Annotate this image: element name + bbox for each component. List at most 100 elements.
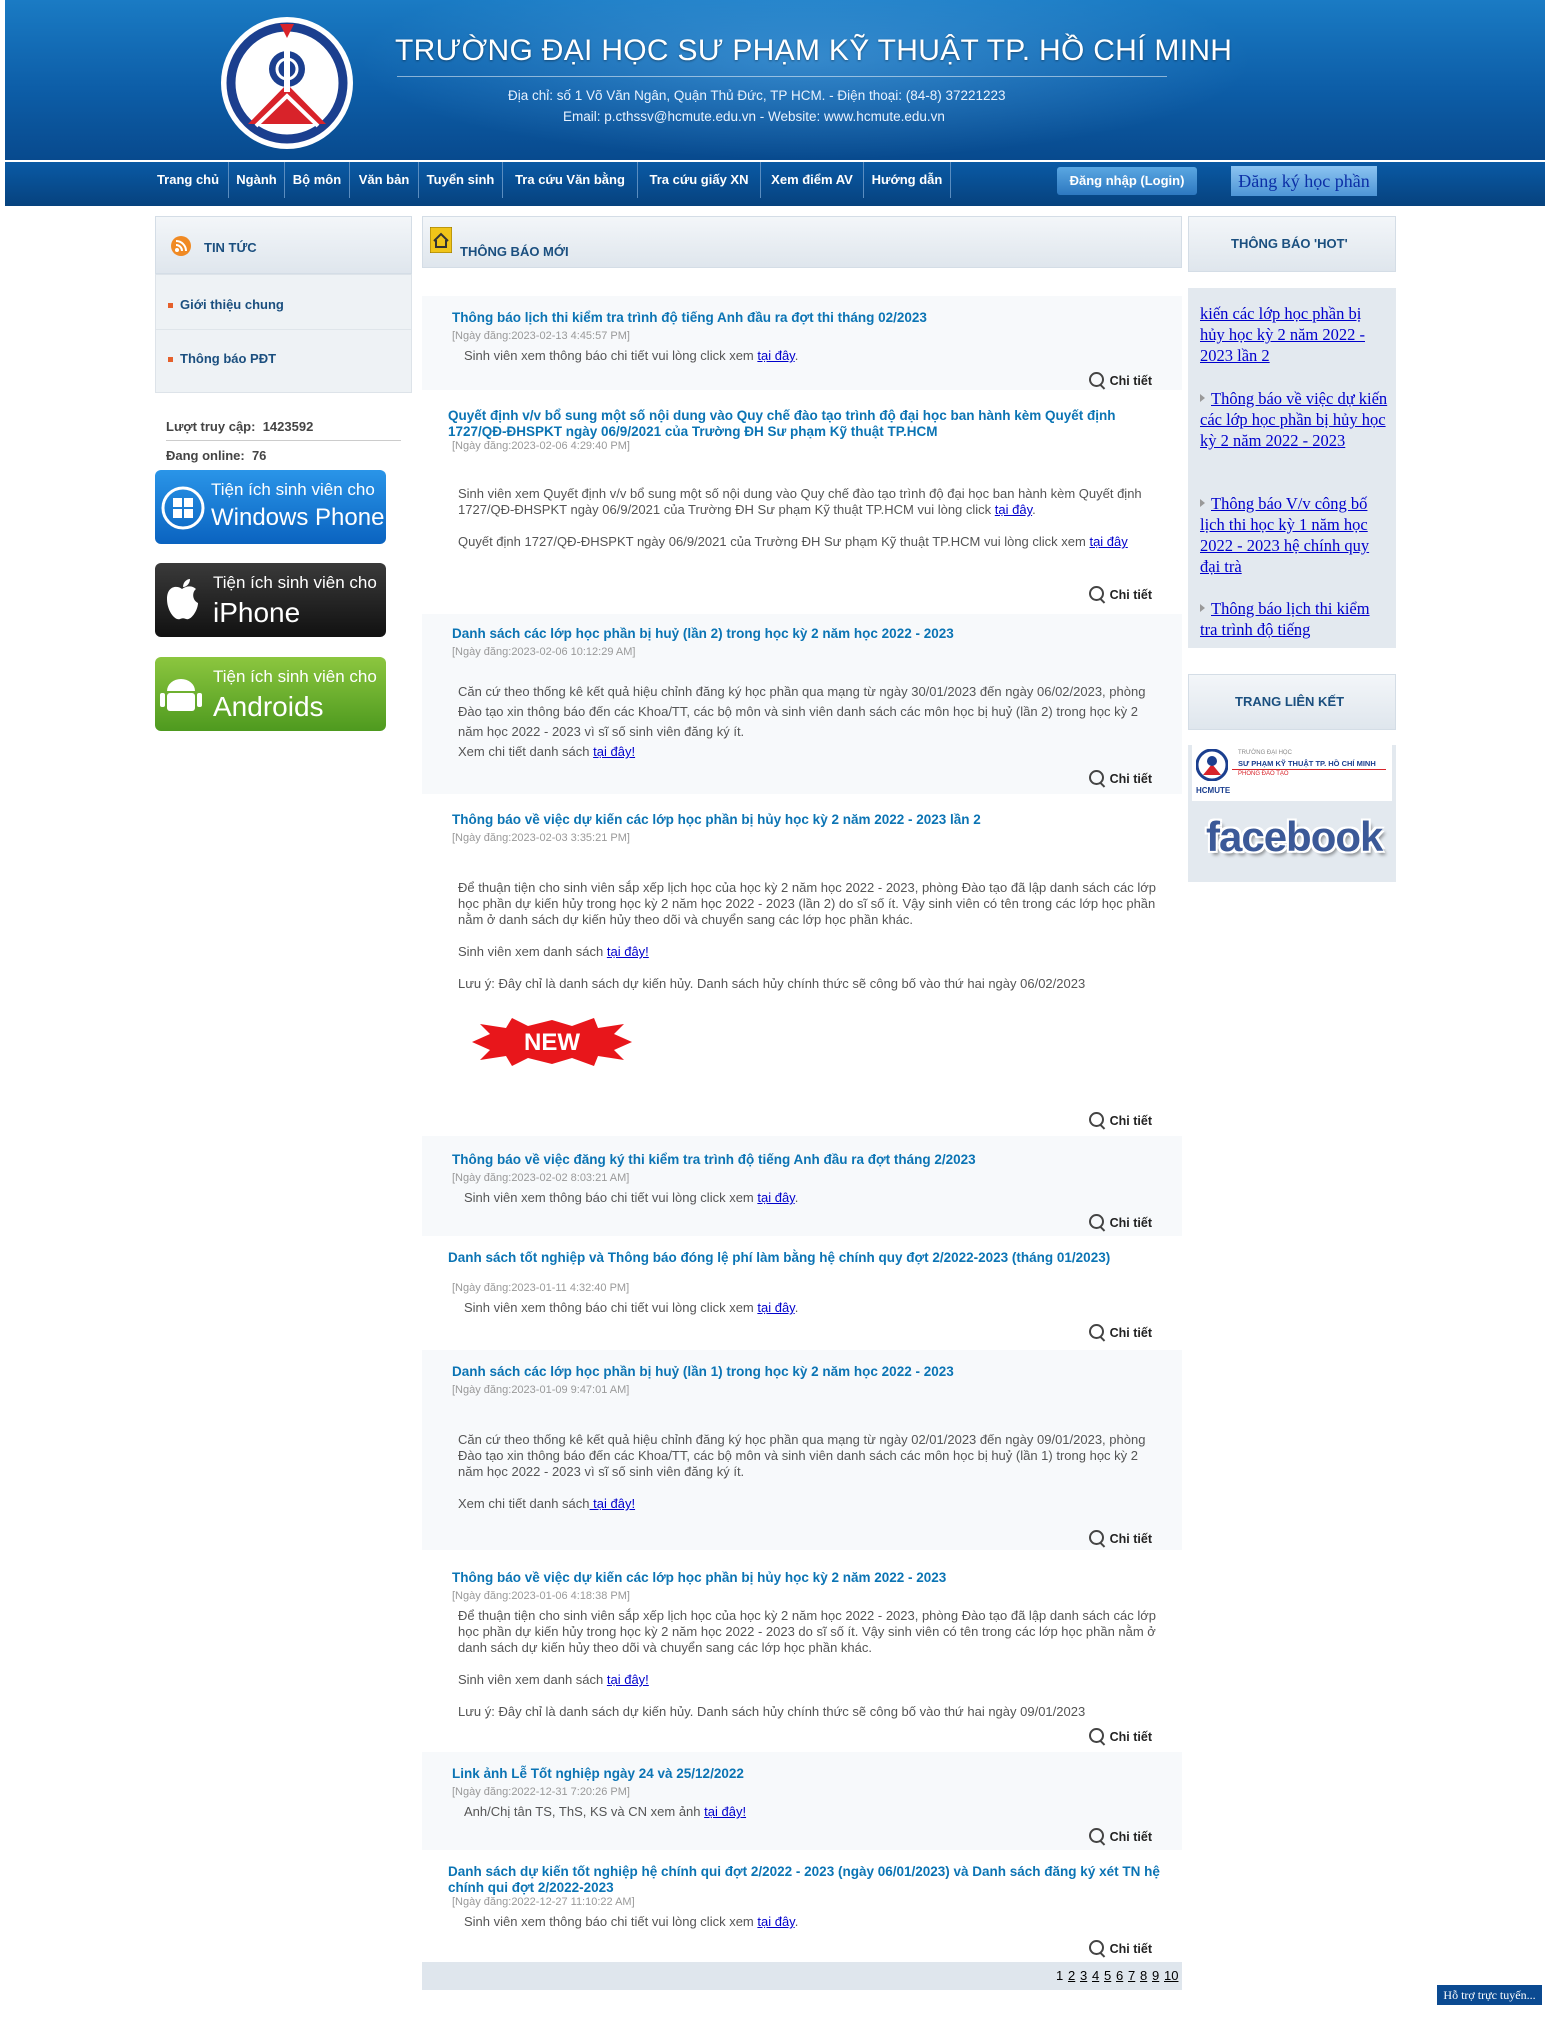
detail-link[interactable]: Chi tiết [1088,770,1152,786]
university-logo [221,17,353,149]
online-counter: Đang online: 76 [166,448,267,463]
page-current: 1 [1056,1968,1064,1983]
nav-documents[interactable]: Văn bản [350,162,419,198]
hot-news-link[interactable]: kiến các lớp học phần bị hủy học kỳ 2 nă… [1200,303,1390,366]
visit-counter: Lượt truy cập: 1423592 [166,419,314,434]
nav-majors[interactable]: Ngành [229,162,285,198]
news-item: Danh sách các lớp học phần bị huỷ (lần 1… [422,1350,1182,1550]
news-link[interactable]: tại đây! [607,1672,649,1687]
nav-home[interactable]: Trang chủ [148,162,229,198]
page-link[interactable]: 5 [1104,1968,1111,1983]
hot-news-link[interactable]: Thông báo lịch thi kiểm tra trình độ tiế… [1200,598,1390,640]
magnifier-icon [1088,1214,1104,1229]
link-introduction[interactable]: Giới thiệu chung [180,297,284,312]
left-nav: Giới thiệu chung Thông báo PĐT [155,274,412,393]
nav-admissions[interactable]: Tuyển sinh [419,162,503,198]
news-link[interactable]: tại đây [757,1190,794,1205]
news-link[interactable]: tại đây! [704,1804,746,1819]
hcmute-logo [1196,749,1228,781]
announcements-header: THÔNG BÁO MỚI [422,216,1182,268]
detail-link[interactable]: Chi tiết [1088,1728,1152,1744]
svg-text:NEW: NEW [524,1029,580,1056]
magnifier-icon [1088,770,1104,785]
news-title[interactable]: Danh sách tốt nghiệp và Thông báo đóng l… [448,1250,1168,1266]
news-title[interactable]: Link ảnh Lễ Tốt nghiệp ngày 24 và 25/12/… [452,1766,1162,1782]
news-date: [Ngày đăng:2022-12-27 11:10:22 AM] [452,1896,635,1908]
news-date: [Ngày đăng:2023-01-11 4:32:40 PM] [452,1282,630,1294]
news-link[interactable]: tại đây [995,502,1032,517]
detail-link[interactable]: Chi tiết [1088,1214,1152,1230]
news-link[interactable]: tại đây! [607,944,649,959]
news-title[interactable]: Danh sách các lớp học phần bị huỷ (lần 2… [452,626,1162,642]
iphone-app-button[interactable]: Tiện ích sinh viên cho iPhone [155,563,386,637]
news-item: Thông báo lịch thi kiểm tra trình độ tiế… [422,296,1182,390]
news-date: [Ngày đăng:2023-02-03 3:35:21 PM] [452,832,630,844]
news-title[interactable]: Thông báo về việc dự kiến các lớp học ph… [452,1570,1162,1586]
news-link[interactable]: tại đây! [593,744,635,759]
news-title[interactable]: Quyết định v/v bổ sung một số nội dung v… [448,408,1168,440]
news-link[interactable]: tại đây [757,1300,794,1315]
hcmute-pdt-banner[interactable]: TRƯỜNG ĐẠI HỌC SƯ PHẠM KỸ THUẬT TP. HỒ C… [1192,745,1392,801]
news-date: [Ngày đăng:2022-12-31 7:20:26 PM] [452,1786,630,1798]
news-link[interactable]: tại đây [757,1914,794,1929]
detail-link[interactable]: Chi tiết [1088,1530,1152,1546]
page-link[interactable]: 9 [1152,1968,1159,1983]
magnifier-icon [1088,1530,1104,1545]
nav-english-scores[interactable]: Xem điểm AV [761,162,864,198]
nav-certificate-lookup[interactable]: Tra cứu giấy XN [638,162,761,198]
page-link[interactable]: 10 [1164,1968,1178,1983]
news-title[interactable]: Thông báo về việc đăng ký thi kiểm tra t… [452,1152,1162,1168]
detail-link[interactable]: Chi tiết [1088,372,1152,388]
detail-link[interactable]: Chi tiết [1088,1940,1152,1956]
arrow-icon [1200,604,1205,612]
news-item: Quyết định v/v bổ sung một số nội dung v… [422,396,1182,608]
nav-guide[interactable]: Hướng dẫn [864,162,951,198]
page-link[interactable]: 8 [1140,1968,1147,1983]
magnifier-icon [1088,372,1104,387]
header-banner: TRƯỜNG ĐẠI HỌC SƯ PHẠM KỸ THUẬT TP. HỒ C… [5,0,1545,160]
detail-link[interactable]: Chi tiết [1088,1828,1152,1844]
links-box-title: TRANG LIÊN KẾT [1235,694,1345,709]
news-link[interactable]: tại đây [1089,534,1127,549]
login-button[interactable]: Đăng nhập (Login) [1057,167,1197,195]
page-link[interactable]: 2 [1068,1968,1075,1983]
news-title[interactable]: Danh sách các lớp học phần bị huỷ (lần 1… [452,1364,1162,1380]
hot-news-link[interactable]: Thông báo về việc dự kiến các lớp học ph… [1200,388,1390,451]
arrow-icon [1200,499,1205,507]
news-date: [Ngày đăng:2023-02-06 10:12:29 AM] [452,646,636,658]
nav-departments[interactable]: Bộ môn [285,162,350,198]
link-pdt-announcements[interactable]: Thông báo PĐT [180,351,276,366]
page-link[interactable]: 4 [1092,1968,1099,1983]
news-date: [Ngày đăng:2023-02-06 4:29:40 PM] [452,440,630,452]
detail-link[interactable]: Chi tiết [1088,1324,1152,1340]
magnifier-icon [1088,1324,1104,1339]
news-link[interactable]: tại đây! [590,1496,635,1511]
detail-link[interactable]: Chi tiết [1088,1112,1152,1128]
news-title[interactable]: Danh sách dự kiến tốt nghiệp hệ chính qu… [448,1864,1168,1896]
header-address: Địa chỉ: số 1 Võ Văn Ngân, Quận Thủ Đức,… [508,88,1006,103]
android-app-button[interactable]: Tiện ích sinh viên cho Androids [155,657,386,731]
news-box-title: TIN TỨC [204,240,257,255]
news-item: Thông báo về việc đăng ký thi kiểm tra t… [422,1136,1182,1236]
hot-news-link[interactable]: Thông báo V/v công bố lịch thi học kỳ 1 … [1200,493,1390,577]
news-link[interactable]: tại đây [757,348,794,363]
register-course-button[interactable]: Đăng ký học phần [1231,166,1377,196]
news-item: Danh sách tốt nghiệp và Thông báo đóng l… [422,1242,1182,1344]
page-link[interactable]: 3 [1080,1968,1087,1983]
nav-diploma-lookup[interactable]: Tra cứu Văn bằng [503,162,638,198]
news-title[interactable]: Thông báo về việc dự kiến các lớp học ph… [452,812,1162,828]
page-link[interactable]: 7 [1128,1968,1135,1983]
news-date: [Ngày đăng:2023-02-13 4:45:57 PM] [452,330,630,342]
partner-links: TRƯỜNG ĐẠI HỌC SƯ PHẠM KỸ THUẬT TP. HỒ C… [1188,745,1396,882]
facebook-link[interactable]: facebook [1206,813,1384,871]
news-item: Thông báo về việc dự kiến các lớp học ph… [422,1556,1182,1746]
magnifier-icon [1088,1828,1104,1843]
page-link[interactable]: 6 [1116,1968,1123,1983]
online-support-button[interactable]: Hỗ trợ trực tuyến... [1437,1985,1542,2005]
detail-link[interactable]: Chi tiết [1088,586,1152,602]
news-title[interactable]: Thông báo lịch thi kiểm tra trình độ tiế… [452,310,1162,326]
section-title: THÔNG BÁO MỚI [460,244,569,259]
windows-phone-app-button[interactable]: Tiện ích sinh viên cho Windows Phone [155,470,386,544]
main-nav: Trang chủ Ngành Bộ môn Văn bản Tuyển sin… [5,162,1545,206]
news-date: [Ngày đăng:2023-01-06 4:18:38 PM] [452,1590,630,1602]
